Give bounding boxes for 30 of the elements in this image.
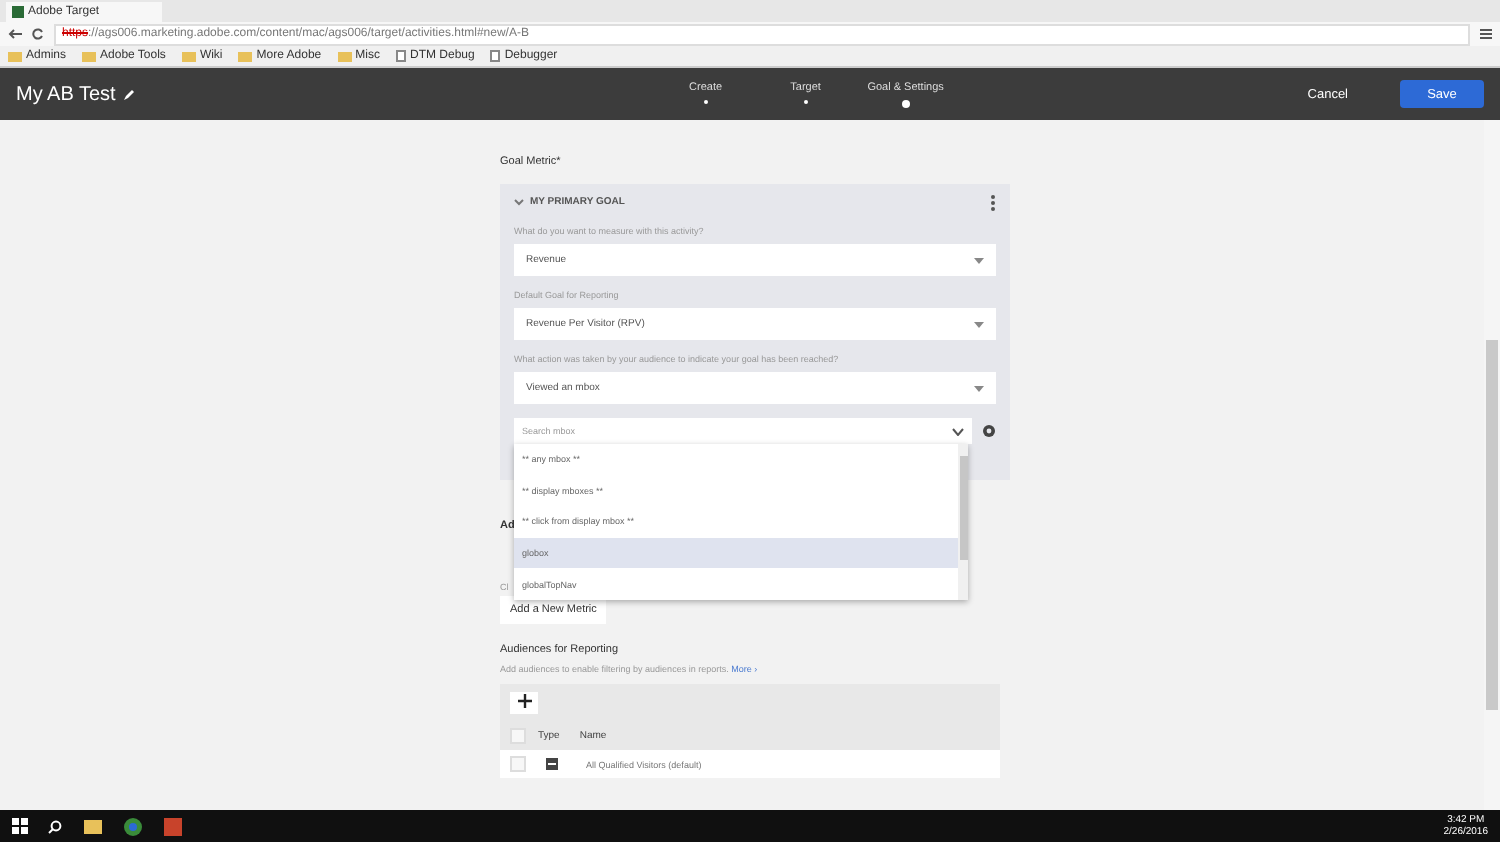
folder-icon	[8, 51, 22, 61]
app-icon[interactable]	[162, 816, 182, 836]
back-icon[interactable]	[8, 28, 22, 40]
pencil-icon[interactable]	[121, 87, 136, 101]
chevron-icon[interactable]	[514, 198, 524, 206]
menu-icon[interactable]	[1480, 28, 1492, 40]
folder-icon	[238, 51, 253, 61]
checkbox[interactable]	[510, 728, 526, 744]
more-icon[interactable]	[990, 193, 996, 211]
folder-icon	[337, 51, 352, 61]
folder-icon	[82, 51, 97, 61]
checkbox[interactable]	[510, 756, 526, 772]
folder-icon[interactable]	[82, 816, 102, 836]
folder-icon	[181, 51, 196, 61]
page-icon	[395, 50, 406, 62]
search-icon[interactable]	[48, 819, 62, 833]
chevron-icon	[952, 427, 964, 435]
activity-title: My AB Test	[16, 83, 116, 105]
caret-icon	[974, 321, 984, 327]
add-button[interactable]	[510, 692, 538, 714]
reload-icon[interactable]	[32, 28, 44, 40]
page-icon	[490, 50, 501, 62]
plus-icon	[517, 694, 531, 708]
browser-icon[interactable]	[122, 816, 142, 836]
caret-icon	[974, 385, 984, 391]
favicon-icon	[12, 6, 24, 18]
settings-icon[interactable]	[982, 424, 996, 438]
windows-icon[interactable]	[12, 818, 28, 834]
audience-icon	[546, 758, 558, 770]
caret-icon	[974, 257, 984, 263]
